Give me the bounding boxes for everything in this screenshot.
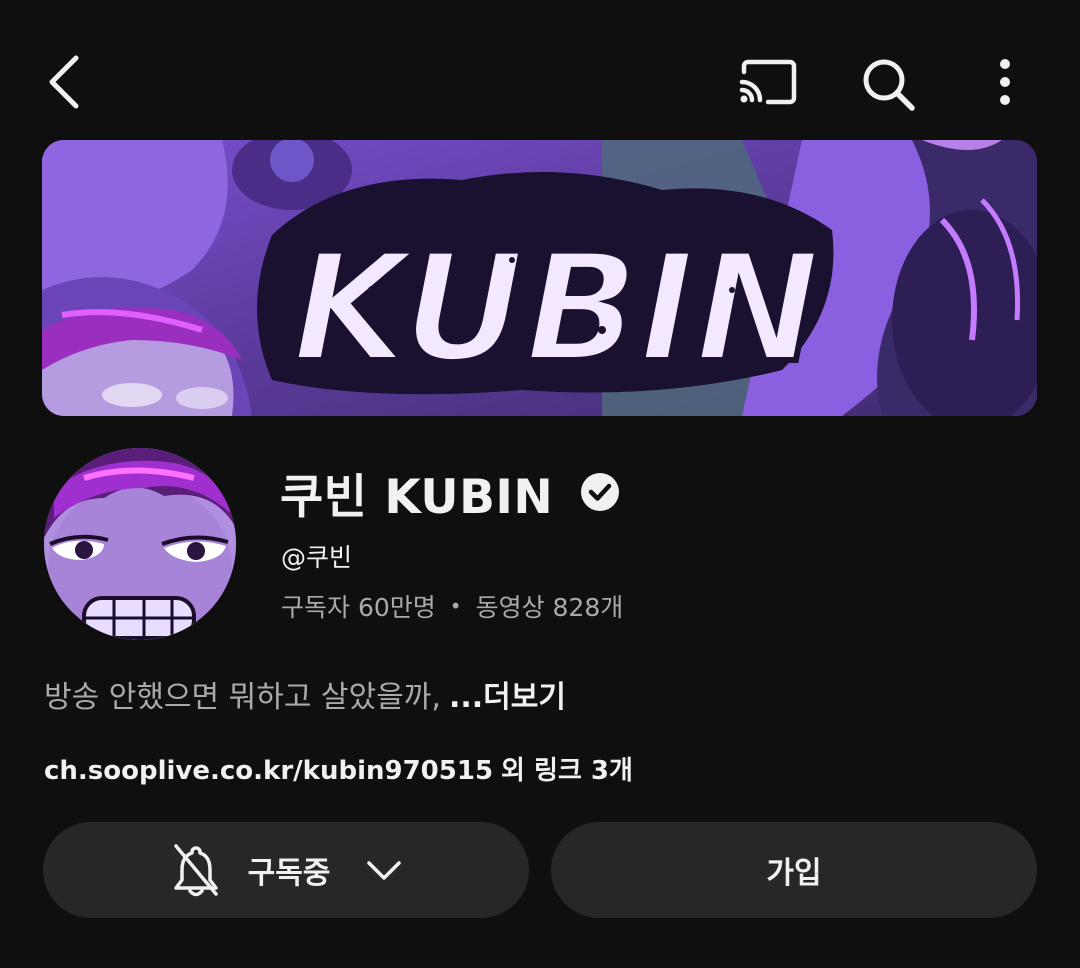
more-links-label[interactable]: 외 링크 3개 [501,756,633,786]
channel-name: 쿠빈 KUBIN [280,469,554,525]
notifications-off-icon [170,842,222,898]
subscribed-button[interactable]: 구독중 [43,822,529,918]
channel-banner: KUBIN [42,140,1037,416]
back-arrow-icon[interactable] [44,52,84,112]
channel-page: KUBIN 쿠빈 KUBIN @쿠빈 구독자 60만명 • 동영상 828개 방… [0,0,1080,968]
chevron-down-icon [356,858,402,882]
more-vert-icon[interactable] [988,56,1022,108]
video-count: 동영상 828개 [475,593,624,622]
search-icon[interactable] [860,56,916,112]
more-link[interactable]: ...더보기 [449,680,566,715]
channel-stats: 구독자 60만명 • 동영상 828개 [281,588,623,624]
cast-icon[interactable] [738,58,798,106]
channel-avatar[interactable] [44,448,236,640]
stats-separator: • [449,594,462,618]
channel-link-url[interactable]: ch.sooplive.co.kr/kubin970515 [44,756,493,786]
description-text: 방송 안했으면 뭐하고 살았을까, [44,680,441,715]
banner-logo-text: KUBIN [292,222,820,396]
channel-description[interactable]: 방송 안했으면 뭐하고 살았을까, ...더보기 [44,672,566,716]
channel-links[interactable]: ch.sooplive.co.kr/kubin970515 외 링크 3개 [44,750,633,787]
verified-badge-icon [579,471,621,513]
join-label: 가입 [766,856,822,891]
join-button[interactable]: 가입 [551,822,1037,918]
subscribed-label: 구독중 [247,856,331,891]
subscriber-count: 구독자 60만명 [281,593,436,622]
channel-handle: @쿠빈 [281,543,353,572]
channel-title-row: 쿠빈 KUBIN [280,456,621,528]
